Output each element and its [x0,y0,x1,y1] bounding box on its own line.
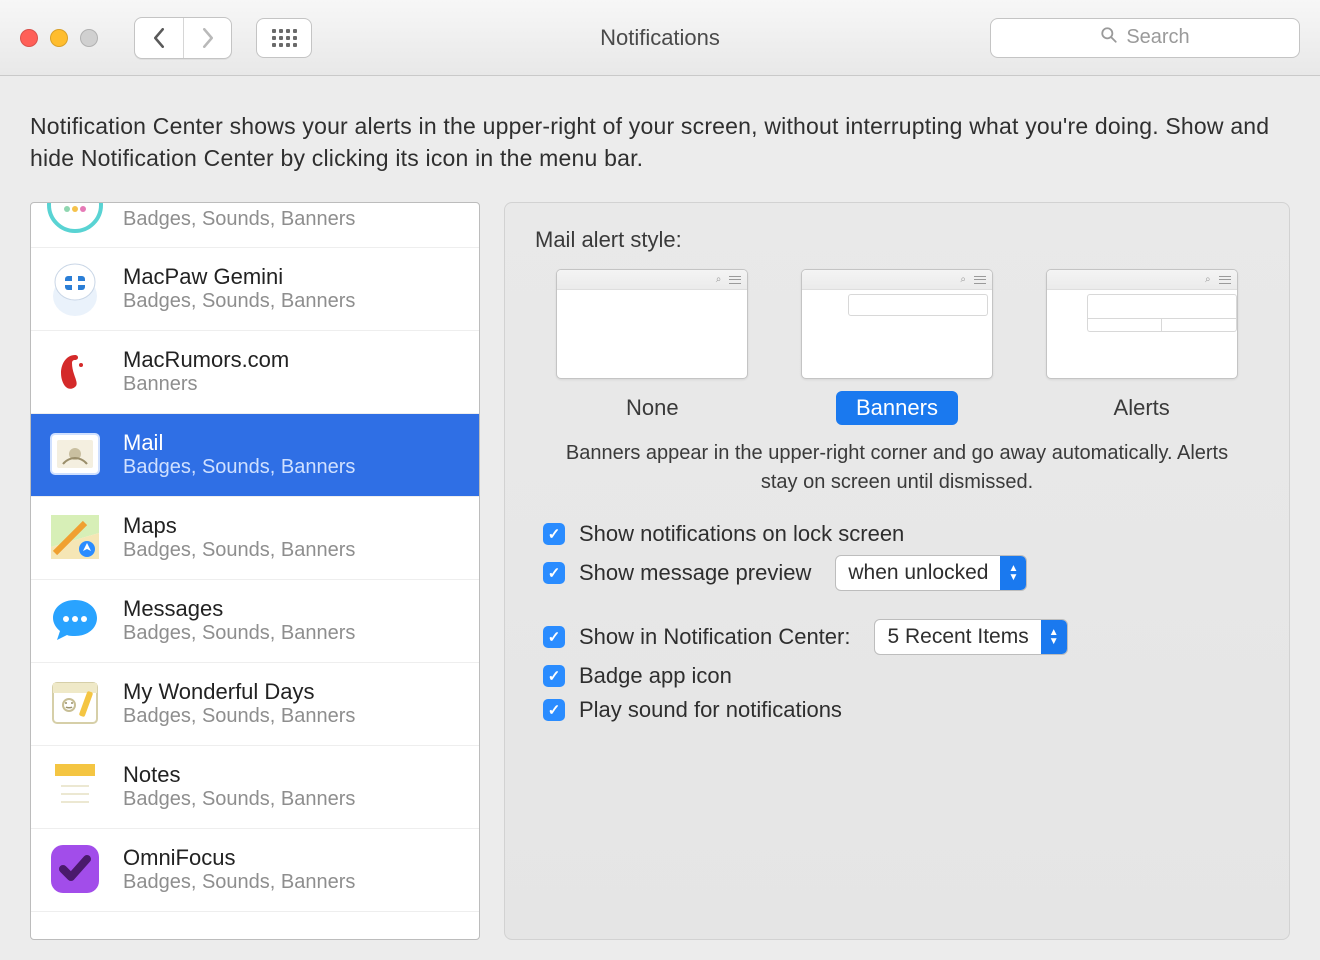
alert-style-banners[interactable]: ⌕ Banners [801,269,993,425]
mail-icon [45,424,105,484]
macrumors-icon [45,341,105,401]
option-message-preview[interactable]: ✓ Show message preview when unlocked ▲▼ [543,555,1259,591]
detail-panel: Mail alert style: ⌕ None ⌕ Banners ⌕ Alerts B… [504,202,1290,940]
checkbox-checked-icon: ✓ [543,665,565,687]
app-name: MacPaw Gemini [123,264,355,290]
app-row-maps[interactable]: MapsBadges, Sounds, Banners [31,497,479,580]
option-play-sound[interactable]: ✓ Play sound for notifications [543,697,1259,723]
description-text: Notification Center shows your alerts in… [30,110,1290,174]
app-subtitle: Badges, Sounds, Banners [123,290,355,313]
app-subtitle: Badges, Sounds, Banners [123,622,355,645]
maps-icon [45,507,105,567]
omnifocus-icon [45,839,105,899]
app-name: Messages [123,596,355,622]
diary-icon [45,673,105,733]
titlebar: Notifications Search [0,0,1320,76]
alert-style-label: None [606,391,699,425]
back-button[interactable] [135,18,183,58]
chevron-up-down-icon: ▲▼ [1000,556,1026,590]
alert-style-label: Banners [836,391,958,425]
app-row-omnifocus[interactable]: OmniFocusBadges, Sounds, Banners [31,829,479,912]
zoom-window [80,29,98,47]
option-notification-center[interactable]: ✓ Show in Notification Center: 5 Recent … [543,619,1259,655]
alert-style-alerts[interactable]: ⌕ Alerts [1046,269,1238,425]
option-lock-screen[interactable]: ✓ Show notifications on lock screen [543,521,1259,547]
app-list: Badges, Sounds, BannersMacPaw GeminiBadg… [30,202,480,940]
alert-style-heading: Mail alert style: [535,227,1259,253]
message-preview-select[interactable]: when unlocked ▲▼ [835,555,1027,591]
circle-dots-icon [45,203,105,235]
search-icon [1100,26,1118,50]
checkbox-checked-icon: ✓ [543,562,565,584]
app-row-messages[interactable]: MessagesBadges, Sounds, Banners [31,580,479,663]
app-subtitle: Badges, Sounds, Banners [123,788,355,811]
nav-back-forward [134,17,232,59]
app-subtitle: Badges, Sounds, Banners [123,871,355,894]
app-name: OmniFocus [123,845,355,871]
minimize-window[interactable] [50,29,68,47]
close-window[interactable] [20,29,38,47]
alert-style-preview: ⌕ [556,269,748,379]
checkbox-checked-icon: ✓ [543,626,565,648]
alert-style-preview: ⌕ [801,269,993,379]
app-name: Notes [123,762,355,788]
alert-style-none[interactable]: ⌕ None [556,269,748,425]
app-subtitle: Badges, Sounds, Banners [123,456,355,479]
search-input[interactable]: Search [990,18,1300,58]
app-row-partial[interactable]: Badges, Sounds, Banners [31,203,479,248]
checkbox-checked-icon: ✓ [543,523,565,545]
app-row-macrumors-com[interactable]: MacRumors.comBanners [31,331,479,414]
app-name: Maps [123,513,355,539]
alert-style-label: Alerts [1094,391,1190,425]
app-name: My Wonderful Days [123,679,355,705]
app-row-macpaw-gemini[interactable]: MacPaw GeminiBadges, Sounds, Banners [31,248,479,331]
show-all-button[interactable] [256,18,312,58]
notification-center-select[interactable]: 5 Recent Items ▲▼ [874,619,1067,655]
forward-button [183,18,231,58]
messages-icon [45,590,105,650]
content: Notification Center shows your alerts in… [0,76,1320,960]
option-badge-app-icon[interactable]: ✓ Badge app icon [543,663,1259,689]
app-row-my-wonderful-days[interactable]: My Wonderful DaysBadges, Sounds, Banners [31,663,479,746]
app-subtitle: Badges, Sounds, Banners [123,705,355,728]
gemini-icon [45,258,105,318]
alert-style-help: Banners appear in the upper-right corner… [565,439,1229,497]
app-subtitle: Badges, Sounds, Banners [123,208,355,231]
app-subtitle: Badges, Sounds, Banners [123,539,355,562]
app-row-notes[interactable]: NotesBadges, Sounds, Banners [31,746,479,829]
window-controls [20,29,98,47]
app-subtitle: Banners [123,373,289,396]
checkbox-checked-icon: ✓ [543,699,565,721]
search-placeholder: Search [1126,26,1189,49]
chevron-up-down-icon: ▲▼ [1041,620,1067,654]
app-name: MacRumors.com [123,347,289,373]
notes-icon [45,756,105,816]
alert-style-preview: ⌕ [1046,269,1238,379]
app-name: Mail [123,430,355,456]
app-row-mail[interactable]: MailBadges, Sounds, Banners [31,414,479,497]
